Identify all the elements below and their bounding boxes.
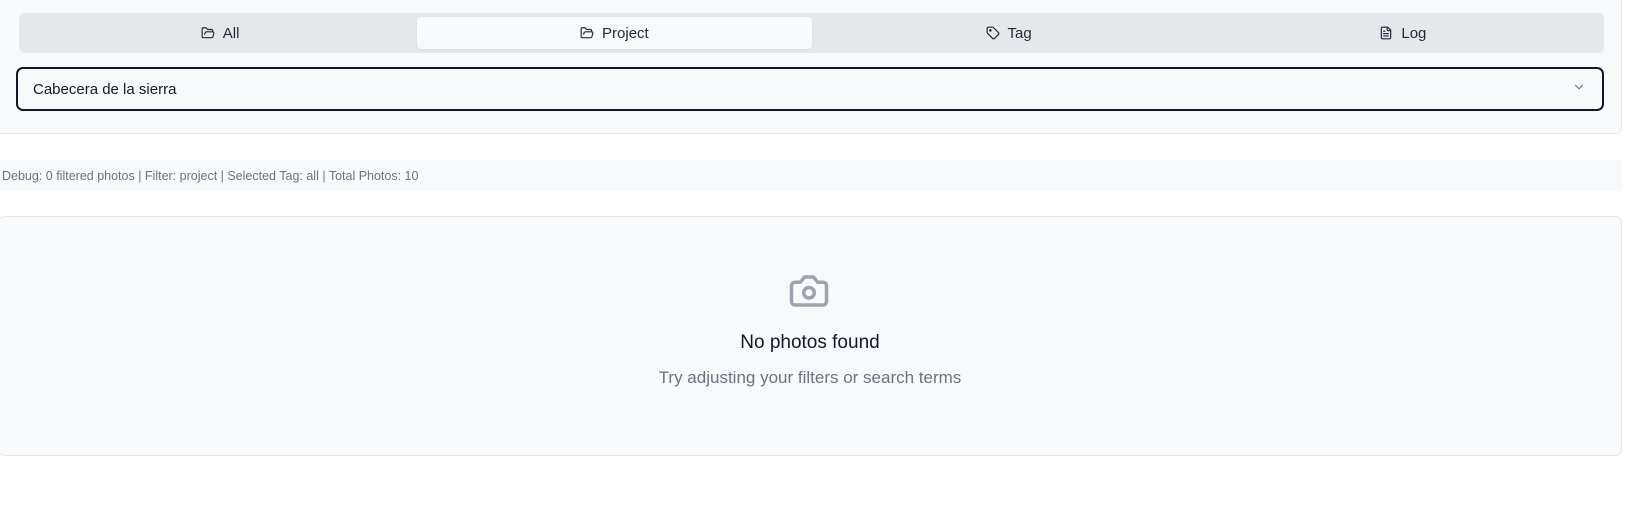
- tab-all-label: All: [222, 24, 240, 42]
- chevron-down-icon: [1572, 80, 1586, 98]
- project-select-value: Cabecera de la sierra: [33, 80, 177, 98]
- camera-icon: [786, 270, 832, 312]
- debug-text: Debug: 0 filtered photos | Filter: proje…: [2, 168, 419, 183]
- file-text-icon: [1379, 26, 1393, 40]
- folder-open-icon: [201, 26, 215, 40]
- tab-tag-label: Tag: [1007, 24, 1032, 42]
- empty-state-title: No photos found: [740, 332, 880, 353]
- tab-log[interactable]: Log: [1206, 17, 1600, 49]
- project-select[interactable]: Cabecera de la sierra: [16, 67, 1604, 111]
- tab-tag[interactable]: Tag: [812, 17, 1206, 49]
- tab-all[interactable]: All: [23, 17, 417, 49]
- tag-icon: [986, 26, 1000, 40]
- tab-project[interactable]: Project: [417, 17, 812, 49]
- tab-log-label: Log: [1401, 24, 1427, 42]
- filter-tabs: All Project Tag Log: [19, 13, 1604, 53]
- empty-state-subtitle: Try adjusting your filters or search ter…: [658, 368, 962, 387]
- debug-bar: Debug: 0 filtered photos | Filter: proje…: [0, 160, 1622, 191]
- tab-project-label: Project: [602, 24, 649, 42]
- folder-open-icon: [580, 26, 594, 40]
